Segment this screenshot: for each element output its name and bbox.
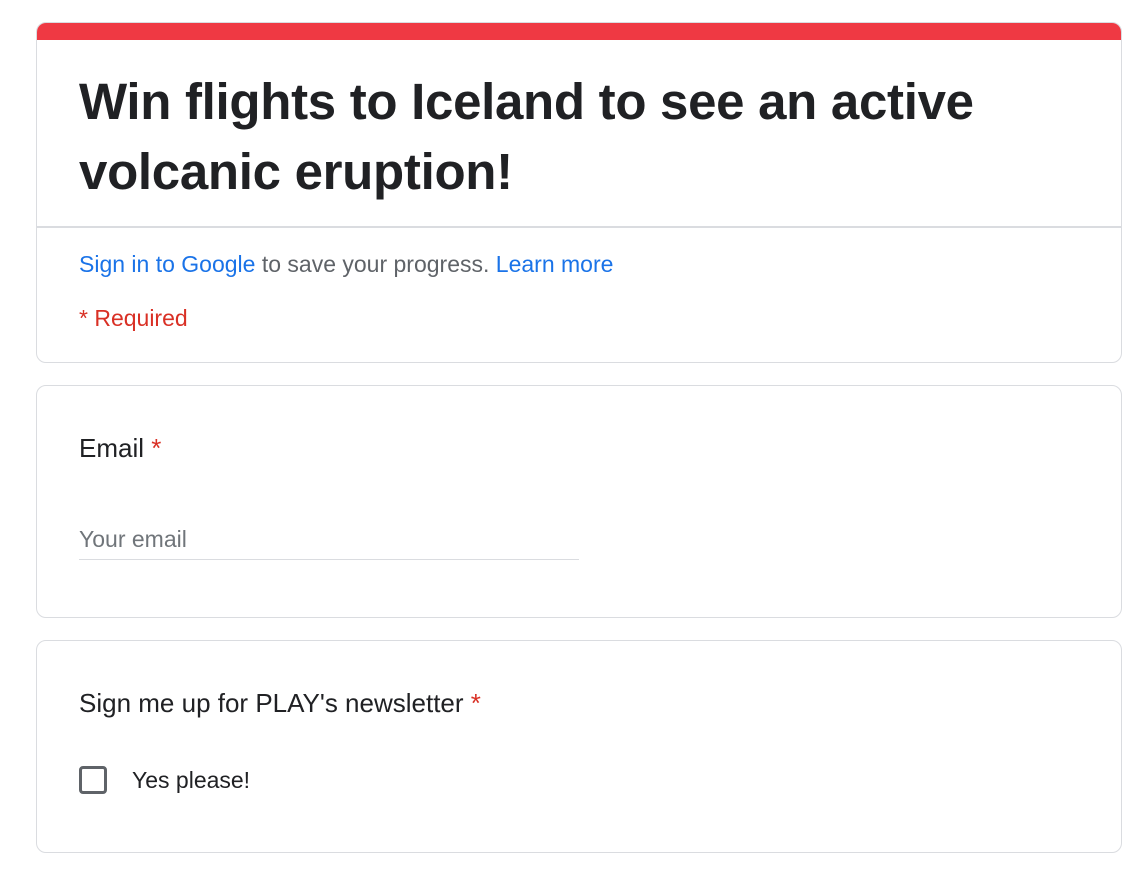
question-card-newsletter: Sign me up for PLAY's newsletter * Yes p… — [36, 640, 1122, 853]
form-title: Win flights to Iceland to see an active … — [79, 73, 974, 200]
email-question-text: Email — [79, 433, 145, 463]
form-header-card: Win flights to Iceland to see an active … — [36, 22, 1122, 363]
sign-in-link[interactable]: Sign in to Google — [79, 251, 255, 277]
header-accent-bar — [37, 23, 1121, 40]
signin-line: Sign in to Google to save your progress.… — [79, 249, 613, 279]
checkbox-label: Yes please! — [132, 767, 251, 793]
signin-text: to save your progress. — [255, 251, 496, 277]
required-note: * Required — [79, 305, 188, 331]
email-input[interactable] — [79, 520, 579, 560]
newsletter-question-text: Sign me up for PLAY's newsletter — [79, 688, 464, 718]
newsletter-question-label: Sign me up for PLAY's newsletter * — [79, 686, 481, 720]
checkbox-icon[interactable] — [79, 766, 107, 794]
required-asterisk: * — [470, 688, 481, 718]
question-card-email: Email * — [36, 385, 1122, 618]
checkbox-option-yes-please[interactable]: Yes please! — [79, 765, 250, 795]
learn-more-link[interactable]: Learn more — [496, 251, 614, 277]
header-divider — [37, 226, 1121, 228]
email-question-label: Email * — [79, 431, 161, 465]
required-asterisk: * — [151, 433, 162, 463]
